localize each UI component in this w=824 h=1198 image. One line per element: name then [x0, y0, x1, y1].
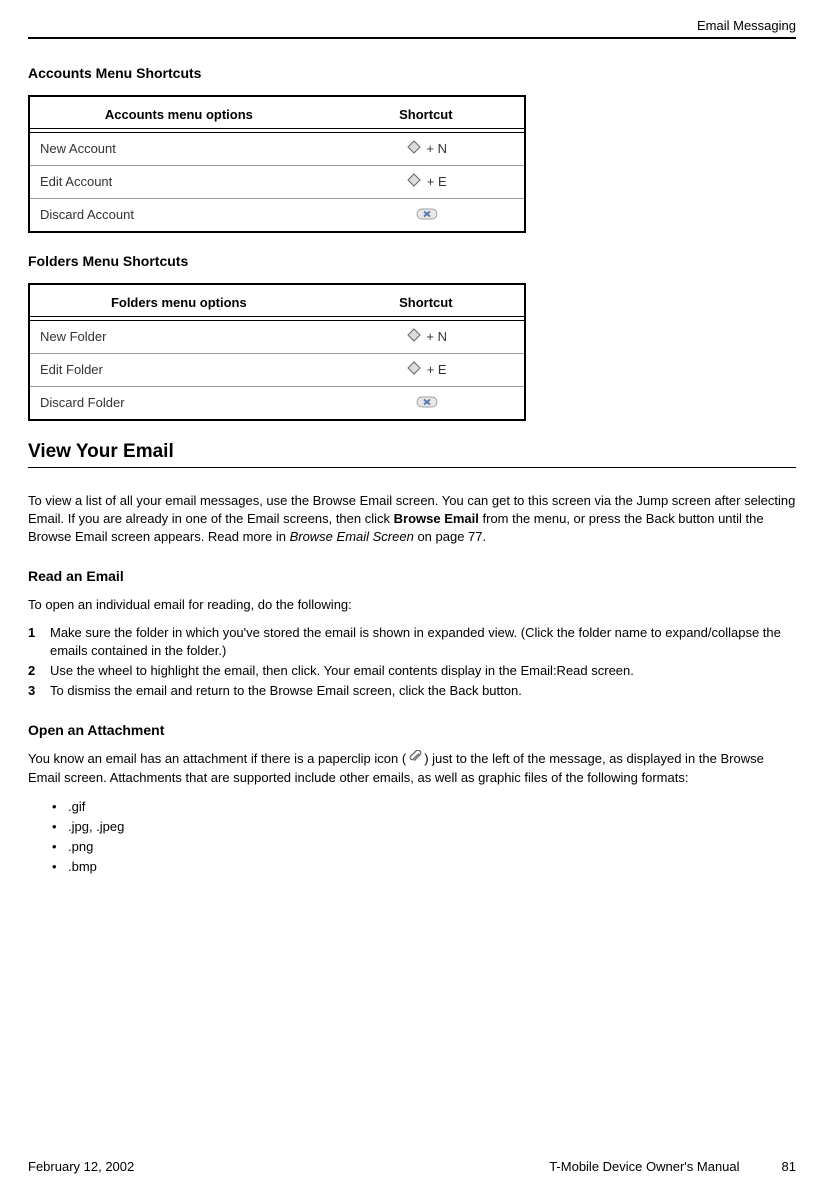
- accounts-heading: Accounts Menu Shortcuts: [28, 65, 796, 81]
- diamond-icon: [407, 328, 421, 345]
- list-item: .png: [52, 837, 796, 857]
- page-footer: February 12, 2002 T-Mobile Device Owner'…: [28, 1159, 796, 1174]
- accounts-shortcut-2: [328, 199, 525, 233]
- folders-shortcut-2: [328, 387, 525, 421]
- attachment-formats: .gif .jpg, .jpeg .png .bmp: [28, 797, 796, 878]
- table-row: New Account + N: [29, 133, 525, 166]
- table-row: Edit Account + E: [29, 166, 525, 199]
- table-row: New Folder + N: [29, 321, 525, 354]
- folders-col2-header: Shortcut: [328, 284, 525, 317]
- folders-option-1: Edit Folder: [29, 354, 328, 387]
- view-email-heading: View Your Email: [28, 441, 796, 468]
- read-email-intro: To open an individual email for reading,…: [28, 596, 796, 614]
- folders-shortcut-0: + N: [328, 321, 525, 354]
- table-row: Discard Folder: [29, 387, 525, 421]
- footer-page: 81: [782, 1159, 796, 1174]
- accounts-option-1: Edit Account: [29, 166, 328, 199]
- attachment-body: You know an email has an attachment if t…: [28, 750, 796, 787]
- table-row: Discard Account: [29, 199, 525, 233]
- list-item: .bmp: [52, 857, 796, 877]
- table-row: Edit Folder + E: [29, 354, 525, 387]
- paperclip-icon: [408, 750, 422, 769]
- folders-option-0: New Folder: [29, 321, 328, 354]
- delete-icon: [416, 208, 438, 223]
- header-section-title: Email Messaging: [28, 18, 796, 37]
- accounts-table: Accounts menu options Shortcut New Accou…: [28, 95, 526, 233]
- footer-date: February 12, 2002: [28, 1159, 134, 1174]
- accounts-shortcut-1: + E: [328, 166, 525, 199]
- diamond-icon: [407, 361, 421, 378]
- list-item: .gif: [52, 797, 796, 817]
- accounts-col1-header: Accounts menu options: [29, 96, 328, 129]
- diamond-icon: [407, 140, 421, 157]
- accounts-option-2: Discard Account: [29, 199, 328, 233]
- folders-shortcut-1: + E: [328, 354, 525, 387]
- list-item: .jpg, .jpeg: [52, 817, 796, 837]
- footer-manual: T-Mobile Device Owner's Manual: [549, 1159, 739, 1174]
- folders-option-2: Discard Folder: [29, 387, 328, 421]
- folders-col1-header: Folders menu options: [29, 284, 328, 317]
- folders-table: Folders menu options Shortcut New Folder…: [28, 283, 526, 421]
- top-divider: [28, 37, 796, 39]
- diamond-icon: [407, 173, 421, 190]
- list-item: 2Use the wheel to highlight the email, t…: [28, 662, 796, 680]
- accounts-col2-header: Shortcut: [328, 96, 525, 129]
- accounts-shortcut-0: + N: [328, 133, 525, 166]
- delete-icon: [416, 396, 438, 411]
- accounts-option-0: New Account: [29, 133, 328, 166]
- read-email-steps: 1Make sure the folder in which you've st…: [28, 624, 796, 700]
- view-email-body: To view a list of all your email message…: [28, 492, 796, 546]
- read-email-heading: Read an Email: [28, 568, 796, 584]
- list-item: 3To dismiss the email and return to the …: [28, 682, 796, 700]
- attachment-heading: Open an Attachment: [28, 722, 796, 738]
- folders-heading: Folders Menu Shortcuts: [28, 253, 796, 269]
- list-item: 1Make sure the folder in which you've st…: [28, 624, 796, 660]
